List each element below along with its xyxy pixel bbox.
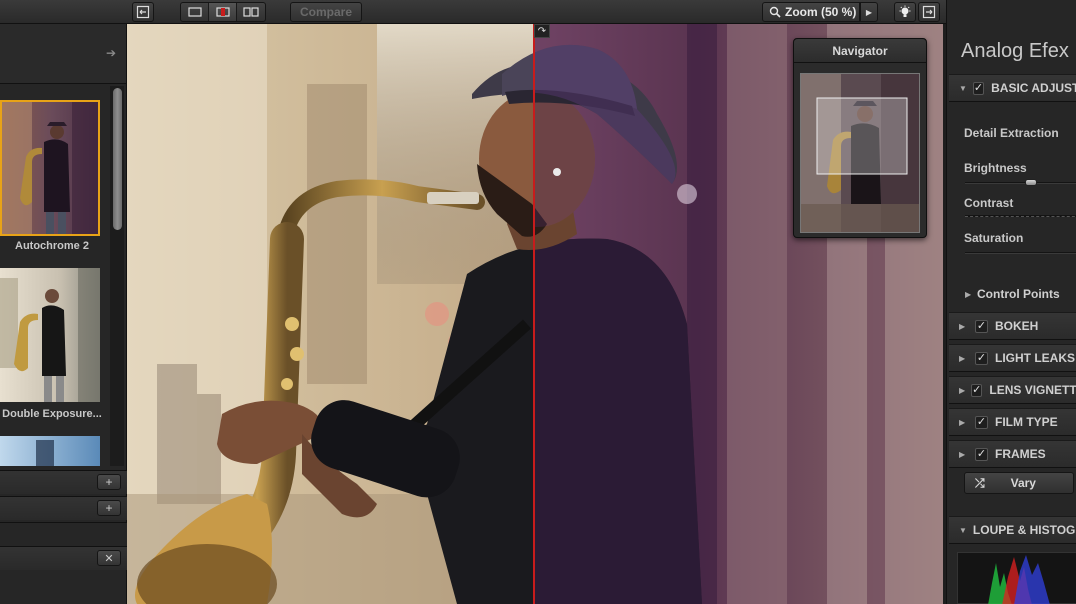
triangle-right-icon: ▶ <box>965 289 972 299</box>
plus-icon: + <box>105 475 113 489</box>
view-side-by-side-button[interactable] <box>237 3 265 21</box>
presets-panel: ➔ Autochrome 2 Double Exposure... + + ✕ <box>0 24 127 604</box>
presets-row-3 <box>0 522 127 546</box>
section-loupe-histogram[interactable]: ▼ LOUPE & HISTOGRAM <box>949 516 1076 544</box>
split-divider[interactable] <box>533 24 535 604</box>
split-handle[interactable]: ↷ <box>534 24 550 38</box>
preset-preview-image <box>2 102 98 234</box>
presets-row-2: + <box>0 496 127 520</box>
checkbox-checked-icon[interactable]: ✓ <box>975 447 988 461</box>
adjustments-panel: Analog Efex Pro 2 ▼ ✓ BASIC ADJUSTMENTS … <box>946 0 1076 604</box>
preset-thumb-3[interactable] <box>0 436 100 466</box>
section-lens-vignette[interactable]: ▶ ✓ LENS VIGNETTE <box>949 376 1076 404</box>
checkbox-checked-icon[interactable]: ✓ <box>975 415 988 429</box>
preset-label: Double Exposure... <box>2 408 102 420</box>
navigator-title: Navigator <box>794 39 926 63</box>
top-toolbar: Compare Zoom (50 %) ▶ <box>0 0 946 24</box>
view-split-button[interactable] <box>209 3 237 21</box>
vary-button[interactable]: ⤮ Vary <box>964 472 1074 494</box>
section-frames[interactable]: ▶ ✓ FRAMES <box>949 440 1076 468</box>
sidebar-toggle-icon <box>136 5 150 19</box>
section-bokeh[interactable]: ▶ ✓ BOKEH <box>949 312 1076 340</box>
section-light-leaks[interactable]: ▶ ✓ LIGHT LEAKS <box>949 344 1076 372</box>
histogram-view <box>957 552 1076 604</box>
triangle-down-icon: ▼ <box>959 525 967 535</box>
lightbulb-icon <box>899 5 911 17</box>
side-by-side-icon <box>243 7 259 17</box>
param-brightness: Brightness <box>964 161 1027 175</box>
zoom-dropdown-button[interactable]: ▶ <box>860 2 878 22</box>
single-view-icon <box>187 7 202 17</box>
split-view-icon <box>215 7 230 17</box>
triangle-down-icon: ▼ <box>959 83 967 93</box>
param-saturation: Saturation <box>964 231 1024 245</box>
histogram-graph <box>988 555 1050 604</box>
preset-list: Autochrome 2 Double Exposure... <box>0 86 110 466</box>
navigator-thumbnail <box>801 74 919 232</box>
preset-scrollbar-thumb[interactable] <box>113 88 122 230</box>
add-preset-button[interactable]: + <box>97 474 121 490</box>
checkbox-checked-icon[interactable]: ✓ <box>972 81 985 95</box>
panel-toggle-button[interactable] <box>918 2 940 22</box>
section-basic-adjustments[interactable]: ▼ ✓ BASIC ADJUSTMENTS <box>949 74 1076 102</box>
sidebar-right-icon <box>922 5 936 19</box>
compare-button[interactable]: Compare <box>290 2 362 22</box>
brightness-slider[interactable] <box>965 182 1076 184</box>
plus-icon: + <box>105 501 113 515</box>
arrow-right-icon[interactable]: ➔ <box>106 46 116 60</box>
preset-preview-image <box>0 268 100 402</box>
background-color-button[interactable] <box>894 2 916 22</box>
close-button[interactable]: ✕ <box>97 550 121 566</box>
presets-row-1: + <box>0 470 127 494</box>
close-icon: ✕ <box>104 552 114 565</box>
add-history-button[interactable]: + <box>97 500 121 516</box>
view-mode-group <box>180 2 266 22</box>
brightness-slider-knob[interactable] <box>1025 179 1037 186</box>
param-detail-extraction: Detail Extraction <box>964 126 1059 140</box>
navigator-preview[interactable] <box>800 73 920 233</box>
control-points-toggle[interactable]: ▶ Control Points <box>949 280 1076 308</box>
saturation-slider[interactable] <box>965 252 1076 254</box>
zoom-control[interactable]: Zoom (50 %) <box>762 2 860 22</box>
param-contrast: Contrast <box>964 196 1014 210</box>
preset-thumb-autochrome[interactable] <box>0 100 100 236</box>
checkbox-checked-icon[interactable]: ✓ <box>971 383 983 397</box>
rotate-arrow-icon: ↷ <box>537 25 547 37</box>
triangle-right-icon: ▶ <box>959 385 966 395</box>
preset-preview-image <box>0 436 100 466</box>
triangle-right-icon: ▶ <box>959 449 966 459</box>
view-single-button[interactable] <box>181 3 209 21</box>
triangle-right-icon: ▶ <box>959 321 966 331</box>
shuffle-icon: ⤮ <box>975 475 985 490</box>
app-title: Analog Efex Pro 2 <box>961 40 1076 62</box>
navigator-panel: Navigator <box>793 38 927 238</box>
checkbox-checked-icon[interactable]: ✓ <box>975 351 988 365</box>
layout-toggle-button[interactable] <box>132 2 154 22</box>
preset-label: Autochrome 2 <box>15 240 89 252</box>
checkbox-checked-icon[interactable]: ✓ <box>975 319 988 333</box>
triangle-right-icon: ▶ <box>959 353 966 363</box>
contrast-slider[interactable] <box>965 215 1076 217</box>
section-film-type[interactable]: ▶ ✓ FILM TYPE <box>949 408 1076 436</box>
triangle-right-icon: ▶ <box>865 7 873 17</box>
magnifier-icon <box>769 6 781 18</box>
presets-header: ➔ <box>0 24 126 84</box>
zoom-level-text: Zoom (50 %) <box>785 5 857 19</box>
preset-thumb-double-exposure[interactable] <box>0 268 100 402</box>
presets-row-4: ✕ <box>0 546 127 570</box>
triangle-right-icon: ▶ <box>959 417 966 427</box>
